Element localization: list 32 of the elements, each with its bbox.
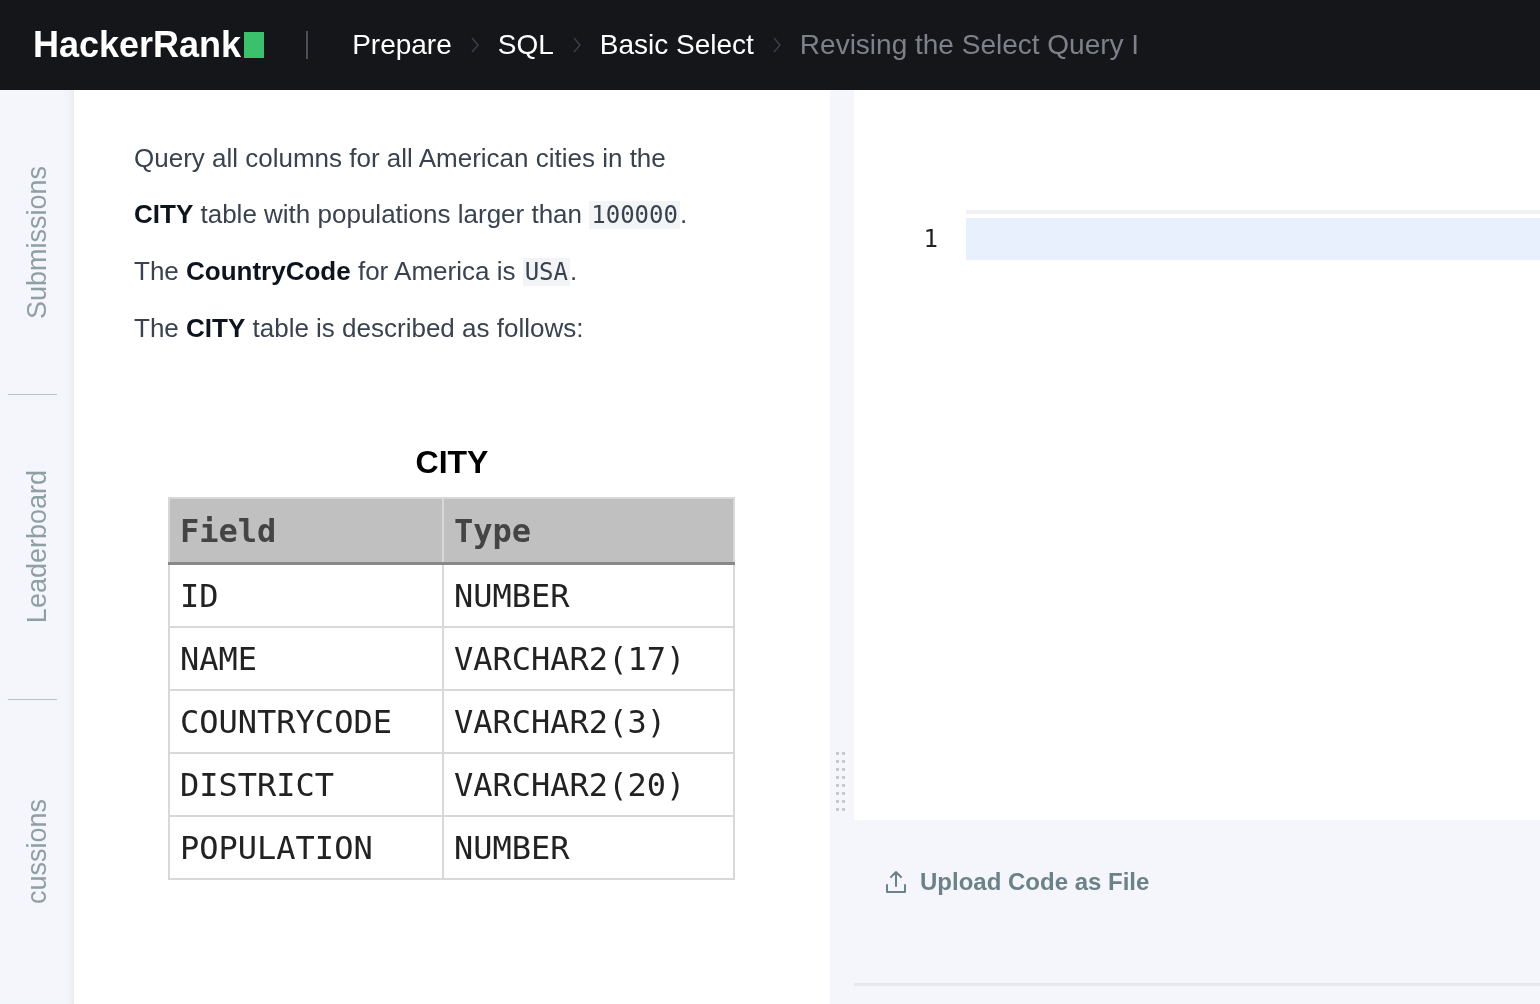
problem-text: The CITY table is described as follows:	[134, 312, 585, 345]
table-cell: DISTRICT	[169, 753, 443, 816]
sidebar-tab[interactable]: Submissions	[21, 165, 53, 319]
problem-text: The CountryCode for America is USA.	[134, 255, 579, 288]
table-cell: ID	[169, 563, 443, 627]
table-cell: NUMBER	[443, 816, 734, 879]
sidebar-tab[interactable]: cussions	[21, 799, 53, 905]
table-cell: VARCHAR2(20)	[443, 753, 734, 816]
chevron-icon	[571, 36, 582, 54]
table-cell: POPULATION	[169, 816, 443, 879]
drag-handle-icon[interactable]	[835, 752, 847, 814]
table-cell: NAME	[169, 627, 443, 690]
chevron-icon	[771, 36, 782, 54]
breadcrumb-link[interactable]: Basic Select	[599, 29, 754, 61]
upload-button[interactable]: Upload Code as File	[884, 868, 1150, 896]
sidebar-tab[interactable]: Leaderboard	[21, 470, 53, 624]
line-number: 1	[922, 225, 939, 253]
table-cell: VARCHAR2(17)	[443, 627, 734, 690]
problem-text: Query all columns for all American cities in the	[134, 142, 667, 175]
upload-icon	[884, 869, 908, 895]
table-cell: COUNTRYCODE	[169, 690, 443, 753]
breadcrumb-link[interactable]: SQL	[497, 29, 554, 61]
table-header: Type	[443, 498, 734, 564]
table-cell: NUMBER	[443, 563, 734, 627]
breadcrumb-link[interactable]: Revising the Select Query I	[799, 29, 1140, 61]
breadcrumb-link[interactable]: Prepare	[352, 29, 452, 61]
table-caption: CITY	[414, 444, 490, 481]
logo[interactable]: HackerRank	[33, 24, 265, 66]
chevron-icon	[469, 36, 480, 54]
table-header: Field	[169, 498, 443, 564]
problem-text: CITY table with populations larger than 100000.	[134, 198, 689, 231]
table-cell: VARCHAR2(3)	[443, 690, 734, 753]
